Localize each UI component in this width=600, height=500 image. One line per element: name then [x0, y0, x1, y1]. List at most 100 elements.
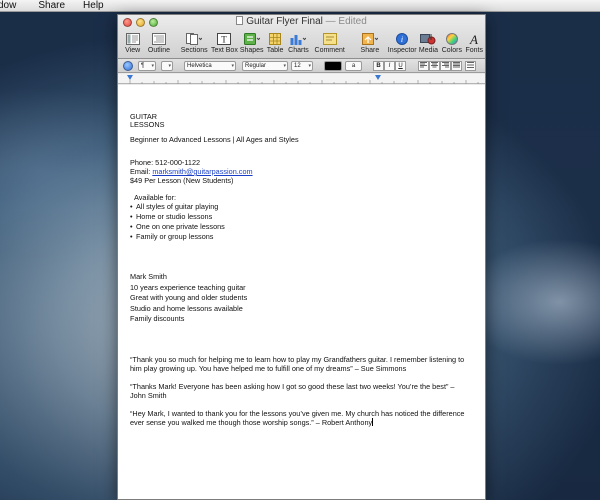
- align-left-button[interactable]: [418, 61, 429, 71]
- sections-label: Sections: [180, 47, 208, 54]
- colors-label: Colors: [441, 47, 462, 54]
- view-label: View: [125, 47, 141, 54]
- email-link[interactable]: marksmith@guitarpassion.com: [152, 167, 252, 176]
- bio-line: Studio and home lessons available: [130, 303, 243, 313]
- colors-button[interactable]: Colors: [440, 29, 463, 55]
- menu-help[interactable]: Help: [73, 0, 112, 12]
- comment-label: Comment: [314, 47, 345, 54]
- highlight-value: a: [351, 63, 356, 69]
- typeface-select[interactable]: Regular ▾: [242, 61, 288, 71]
- list-item: Home or studio lessons: [130, 212, 470, 222]
- testimonial-text: “Hey Mark, I wanted to thank you for the…: [130, 408, 465, 427]
- share-icon: [361, 32, 378, 46]
- sections-icon: [186, 32, 203, 46]
- menu-bar: dow Share Help: [0, 0, 600, 12]
- shapes-icon: [243, 32, 260, 46]
- inspector-icon: i: [396, 32, 409, 46]
- text-box-icon: T: [217, 32, 232, 46]
- list-item: One on one private lessons: [130, 222, 470, 232]
- font-size-field[interactable]: 12 ▾: [291, 61, 313, 71]
- left-indent-marker[interactable]: [127, 75, 133, 80]
- svg-text:T: T: [222, 35, 228, 45]
- comment-button[interactable]: Comment: [313, 29, 346, 55]
- menu-window[interactable]: dow: [0, 0, 24, 12]
- price-line: $49 Per Lesson (New Students): [130, 176, 234, 185]
- underline-button[interactable]: U: [395, 61, 406, 71]
- text-color-well[interactable]: [324, 61, 342, 71]
- outline-icon: [151, 32, 166, 46]
- paragraph-style-select[interactable]: ¶ ▾: [138, 61, 156, 71]
- chevron-down-icon: ▾: [308, 63, 311, 69]
- highlight-color-well[interactable]: a: [345, 61, 362, 71]
- toolbar: View Outline Sections T Text Box Shapes …: [118, 29, 485, 59]
- media-button[interactable]: Media: [417, 29, 440, 55]
- bio-line: Great with young and older students: [130, 293, 248, 302]
- underline-label: U: [398, 63, 403, 69]
- document-body[interactable]: GUITAR LESSONS Beginner to Advanced Less…: [130, 112, 470, 427]
- bio-line: Mark Smith: [130, 272, 167, 281]
- heading-line-2: LESSONS: [130, 120, 165, 129]
- menu-share[interactable]: Share: [24, 0, 73, 12]
- right-indent-marker[interactable]: [375, 75, 381, 80]
- font-family-select[interactable]: Helvetica ▾: [184, 61, 236, 71]
- tagline: Beginner to Advanced Lessons | All Ages …: [130, 135, 299, 144]
- email-line: Email: marksmith@guitarpassion.com: [130, 167, 470, 176]
- view-icon: [125, 32, 140, 46]
- document-canvas[interactable]: GUITAR LESSONS Beginner to Advanced Less…: [118, 85, 485, 499]
- table-label: Table: [266, 47, 284, 54]
- media-label: Media: [418, 47, 438, 54]
- outline-label: Outline: [147, 47, 171, 54]
- list-style-select[interactable]: ▾: [161, 61, 173, 71]
- ruler[interactable]: [118, 74, 485, 84]
- text-cursor: [372, 417, 374, 426]
- chevron-down-icon: ▾: [231, 63, 234, 69]
- chevron-down-icon: ▾: [168, 63, 171, 69]
- view-button[interactable]: View: [120, 29, 145, 55]
- chevron-down-icon: ▾: [151, 63, 154, 69]
- phone-line: Phone: 512-000-1122: [130, 158, 201, 167]
- comment-icon: [322, 32, 337, 46]
- align-center-button[interactable]: [429, 61, 440, 71]
- text-box-button[interactable]: T Text Box: [210, 29, 239, 55]
- styles-drawer-icon[interactable]: [123, 61, 133, 71]
- line-spacing-button[interactable]: [465, 61, 476, 71]
- pages-window: Guitar Flyer Final — Edited View Outline…: [117, 14, 486, 500]
- document-icon: [236, 16, 244, 25]
- paragraph-style-value: ¶: [141, 63, 145, 69]
- window-title: Guitar Flyer Final — Edited: [118, 16, 485, 28]
- outline-button[interactable]: Outline: [145, 29, 172, 55]
- bold-button[interactable]: B: [373, 61, 384, 71]
- text-box-label: Text Box: [210, 47, 238, 54]
- list-item: All styles of guitar playing: [130, 202, 470, 212]
- available-heading: Available for:: [134, 193, 177, 202]
- italic-label: I: [388, 63, 391, 69]
- inspector-button[interactable]: i Inspector: [388, 29, 417, 55]
- align-right-button[interactable]: [440, 61, 451, 71]
- italic-button[interactable]: I: [384, 61, 395, 71]
- inspector-label: Inspector: [387, 47, 417, 54]
- font-size-value: 12: [294, 63, 301, 69]
- ruler-ticks: [129, 80, 479, 84]
- sections-button[interactable]: Sections: [179, 29, 210, 55]
- table-button[interactable]: Table: [264, 29, 285, 55]
- email-label: Email:: [130, 167, 153, 176]
- testimonial: “Thank you so much for helping me to lea…: [130, 354, 465, 373]
- shapes-button[interactable]: Shapes: [239, 29, 264, 55]
- fonts-button[interactable]: A Fonts: [464, 29, 485, 55]
- format-bar: ¶ ▾ ▾ Helvetica ▾ Regular ▾ 12 ▾ a B I U: [118, 59, 485, 73]
- share-button[interactable]: Share: [356, 29, 383, 55]
- typeface-value: Regular: [245, 63, 267, 69]
- edited-status: — Edited: [325, 16, 367, 27]
- media-icon: [420, 32, 436, 46]
- colors-icon: [445, 32, 458, 46]
- bold-label: B: [376, 63, 381, 69]
- svg-text:i: i: [401, 35, 403, 44]
- charts-label: Charts: [288, 47, 309, 54]
- shapes-label: Shapes: [239, 47, 264, 54]
- list-item: Family or group lessons: [130, 232, 470, 242]
- align-justify-icon: [453, 62, 460, 68]
- align-justify-button[interactable]: [451, 61, 462, 71]
- available-list: All styles of guitar playing Home or stu…: [130, 202, 470, 242]
- charts-button[interactable]: Charts: [286, 29, 311, 55]
- align-left-icon: [420, 62, 427, 68]
